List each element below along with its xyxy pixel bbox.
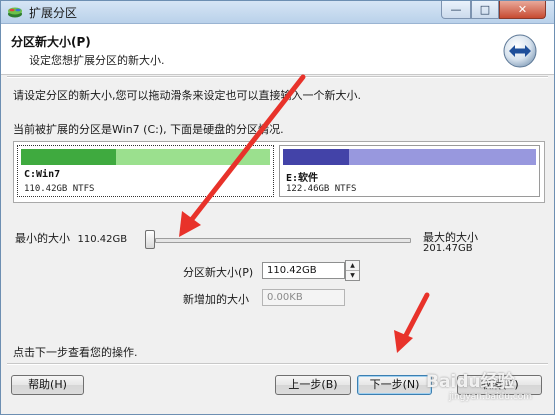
header-subtitle: 设定您想扩展分区的新大小.	[29, 54, 165, 67]
watermark-url: jingyan.baidu.com	[449, 392, 533, 402]
window-title: 扩展分区	[29, 6, 78, 20]
size-slider-thumb[interactable]	[145, 230, 155, 249]
min-size-value: 110.42GB	[77, 234, 128, 245]
minimize-icon: —	[450, 3, 462, 16]
close-button[interactable]: ✕	[499, 1, 546, 19]
partition-c-name: C:Win7	[24, 169, 61, 180]
partition-e-free	[349, 149, 536, 165]
watermark-brand: Baidu经验	[426, 372, 515, 392]
extend-partition-dialog: 扩展分区 — □ ✕ 分区新大小(P) 设定您想扩展分区的新大小. 请设定分区的…	[0, 0, 555, 415]
partition-c-used	[21, 149, 116, 165]
new-size-input[interactable]	[262, 262, 345, 279]
partition-e-name: E:软件	[286, 173, 319, 184]
new-size-spinner[interactable]: ▲ ▼	[345, 260, 360, 281]
added-size-label: 新增加的大小	[183, 293, 249, 306]
new-size-label: 分区新大小(P)	[183, 266, 254, 279]
next-button[interactable]: 下一步(N)	[357, 375, 432, 395]
disk-map: C:Win7 110.42GB NTFS E:软件 122.46GB NTFS	[13, 141, 545, 203]
min-size-label: 最小的大小 110.42GB	[15, 230, 127, 246]
partition-info-text: 当前被扩展的分区是Win7 (C:), 下面是硬盘的分区情况.	[13, 123, 284, 136]
disk-icon	[8, 7, 22, 18]
partition-c-usage-bar	[21, 149, 270, 165]
double-arrow-icon	[503, 34, 537, 68]
partition-c[interactable]: C:Win7 110.42GB NTFS	[17, 145, 274, 197]
size-slider-track[interactable]	[155, 238, 411, 243]
spin-down-icon[interactable]: ▼	[346, 271, 359, 280]
minimize-button[interactable]: —	[441, 1, 471, 19]
help-button[interactable]: 帮助(H)	[11, 375, 84, 395]
footer-text: 点击下一步查看您的操作.	[13, 346, 138, 359]
partition-e-used	[283, 149, 349, 165]
max-size-value: 201.47GB	[423, 243, 473, 254]
partition-e[interactable]: E:软件 122.46GB NTFS	[279, 145, 540, 197]
arrow-to-next-button	[394, 292, 430, 353]
back-button[interactable]: 上一步(B)	[275, 375, 351, 395]
close-icon: ✕	[517, 3, 528, 16]
partition-c-free	[116, 149, 270, 165]
wizard-header: 分区新大小(P) 设定您想扩展分区的新大小.	[1, 24, 554, 75]
title-bar: 扩展分区 — □ ✕	[1, 1, 554, 24]
maximize-button[interactable]: □	[471, 1, 499, 19]
added-size-input	[262, 289, 345, 306]
intro-text: 请设定分区的新大小,您可以拖动滑条来设定也可以直接输入一个新大小.	[13, 89, 361, 102]
header-title: 分区新大小(P)	[11, 35, 91, 49]
min-size-label-text: 最小的大小	[15, 232, 70, 245]
spin-up-icon[interactable]: ▲	[346, 261, 359, 271]
partition-e-size: 122.46GB NTFS	[286, 184, 357, 194]
maximize-icon: □	[479, 3, 491, 16]
footer-divider	[7, 363, 548, 365]
header-divider	[7, 76, 548, 78]
partition-c-size: 110.42GB NTFS	[24, 184, 95, 194]
partition-e-usage-bar	[283, 149, 536, 165]
